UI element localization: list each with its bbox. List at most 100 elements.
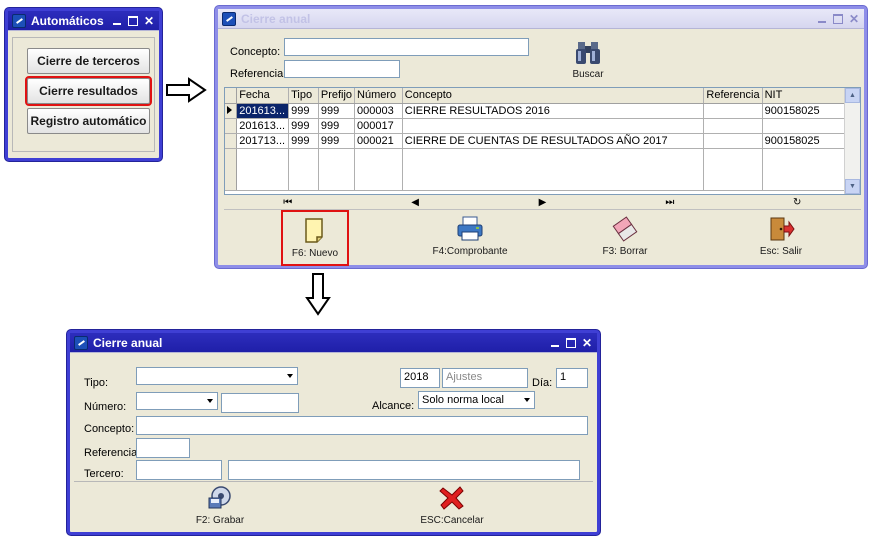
table-row[interactable]: 201613... 999 999 000003 CIERRE RESULTAD… xyxy=(225,103,860,119)
tercero-label: Tercero: xyxy=(84,468,124,480)
alcance-label: Alcance: xyxy=(372,400,415,412)
cell-referencia[interactable] xyxy=(703,133,763,149)
minimize-icon[interactable] xyxy=(111,15,123,27)
tipo-select[interactable] xyxy=(136,367,298,385)
automaticos-titlebar: Automáticos ✕ xyxy=(8,11,159,31)
automaticos-panel: Cierre de terceros Cierre resultados Reg… xyxy=(12,37,155,152)
maximize-icon[interactable] xyxy=(832,13,844,25)
prev-record-icon[interactable]: ◀ xyxy=(405,197,425,208)
close-icon[interactable]: ✕ xyxy=(848,13,860,25)
first-record-icon[interactable]: ⏮ xyxy=(278,197,298,208)
cell-numero[interactable]: 000021 xyxy=(354,133,403,149)
year-input[interactable]: 2018 xyxy=(400,368,440,388)
cierre-anual-new-window: Cierre anual ✕ Tipo: 2018 Ajustes Día: 1… xyxy=(67,330,600,535)
close-icon[interactable]: ✕ xyxy=(143,15,155,27)
cell-prefijo[interactable]: 999 xyxy=(318,118,356,134)
referencia-filter-input[interactable] xyxy=(284,60,400,78)
next-record-icon[interactable]: ▶ xyxy=(532,197,552,208)
numero-select[interactable] xyxy=(136,392,218,410)
record-navigation-bar: ⏮ ◀ ▶ ⏭ ↻ xyxy=(224,196,861,210)
maximize-icon[interactable] xyxy=(127,15,139,27)
exit-door-icon xyxy=(770,217,795,241)
grabar-button[interactable]: F2: Grabar xyxy=(190,484,250,526)
cell-fecha[interactable]: 201613... xyxy=(236,118,290,134)
cell-prefijo[interactable]: 999 xyxy=(318,133,356,149)
printer-icon xyxy=(457,216,483,241)
row-indicator-header xyxy=(225,88,238,104)
cell-concepto[interactable] xyxy=(402,118,705,134)
window-title: Automáticos xyxy=(31,13,104,28)
maximize-icon[interactable] xyxy=(565,337,577,349)
referencia-input[interactable] xyxy=(136,438,190,458)
table-row[interactable]: 201613... 999 999 000017 xyxy=(225,118,860,134)
column-header-concepto[interactable]: Concepto xyxy=(402,88,705,104)
cell-fecha[interactable]: 201613... xyxy=(236,103,290,119)
nuevo-button[interactable]: F6: Nuevo xyxy=(281,210,349,266)
scroll-down-icon[interactable]: ▼ xyxy=(845,179,860,194)
column-header-prefijo[interactable]: Prefijo xyxy=(318,88,356,104)
comprobante-label: F4:Comprobante xyxy=(432,246,508,257)
salir-button[interactable]: Esc: Salir xyxy=(748,215,814,257)
last-record-icon[interactable]: ⏭ xyxy=(660,197,680,208)
salir-label: Esc: Salir xyxy=(759,246,803,257)
comprobante-button[interactable]: F4:Comprobante xyxy=(430,215,510,257)
column-header-numero[interactable]: Número xyxy=(354,88,403,104)
column-header-referencia[interactable]: Referencia xyxy=(703,88,763,104)
cierre-terceros-button[interactable]: Cierre de terceros xyxy=(27,48,150,74)
tercero-code-input[interactable] xyxy=(136,460,222,480)
cell-concepto[interactable]: CIERRE DE CUENTAS DE RESULTADOS AÑO 2017 xyxy=(402,133,705,149)
cierres-table: Fecha Tipo Prefijo Número Concepto Refer… xyxy=(225,88,860,191)
numero-input[interactable] xyxy=(221,393,299,413)
scroll-up-icon[interactable]: ▲ xyxy=(845,88,860,103)
registro-automatico-button[interactable]: Registro automático xyxy=(27,108,150,134)
current-row-indicator xyxy=(225,103,238,119)
cierre-resultados-button[interactable]: Cierre resultados xyxy=(25,76,152,106)
minimize-icon[interactable] xyxy=(549,337,561,349)
close-icon[interactable]: ✕ xyxy=(581,337,593,349)
concepto-label: Concepto: xyxy=(230,46,281,58)
concepto-input[interactable] xyxy=(136,416,588,435)
column-header-tipo[interactable]: Tipo xyxy=(288,88,319,104)
borrar-button[interactable]: F3: Borrar xyxy=(590,215,660,257)
cierre-list-titlebar: Cierre anual ✕ xyxy=(218,9,864,29)
cancelar-button[interactable]: ESC:Cancelar xyxy=(414,484,490,526)
dia-input[interactable]: 1 xyxy=(556,368,588,388)
nuevo-label: F6: Nuevo xyxy=(291,248,339,259)
concepto-filter-input[interactable] xyxy=(284,38,529,56)
cell-referencia[interactable] xyxy=(703,118,763,134)
divider xyxy=(74,481,593,482)
cell-referencia[interactable] xyxy=(703,103,763,119)
cierre-anual-list-window: Cierre anual ✕ Concepto: Referencia: Bus… xyxy=(215,6,867,268)
cell-concepto[interactable]: CIERRE RESULTADOS 2016 xyxy=(402,103,705,119)
alcance-select[interactable]: Solo norma local xyxy=(418,391,535,409)
grid-vertical-scrollbar[interactable]: ▲ ▼ xyxy=(844,88,860,194)
cell-numero[interactable]: 000017 xyxy=(354,118,403,134)
window-title: Cierre anual xyxy=(93,335,163,350)
cell-tipo[interactable]: 999 xyxy=(288,103,319,119)
borrar-label: F3: Borrar xyxy=(602,246,648,257)
cell-tipo[interactable]: 999 xyxy=(288,133,319,149)
cell-numero[interactable]: 000003 xyxy=(354,103,403,119)
column-header-fecha[interactable]: Fecha xyxy=(236,88,290,104)
cell-prefijo[interactable]: 999 xyxy=(318,103,356,119)
row-indicator xyxy=(225,133,238,149)
buscar-button[interactable]: Buscar xyxy=(563,39,613,80)
refresh-icon[interactable]: ↻ xyxy=(787,197,807,208)
grabar-label: F2: Grabar xyxy=(195,515,245,526)
tercero-name-input[interactable] xyxy=(228,460,580,480)
ajustes-input[interactable]: Ajustes xyxy=(442,368,528,388)
arrow-right-icon xyxy=(166,77,207,103)
cancel-x-icon xyxy=(439,486,464,510)
cell-fecha[interactable]: 201713... xyxy=(236,133,290,149)
table-row-empty xyxy=(225,148,860,191)
app-icon xyxy=(12,13,26,28)
cierres-grid[interactable]: Fecha Tipo Prefijo Número Concepto Refer… xyxy=(224,87,861,195)
table-row[interactable]: 201713... 999 999 000021 CIERRE DE CUENT… xyxy=(225,133,860,149)
numero-label: Número: xyxy=(84,401,127,413)
row-indicator xyxy=(225,118,238,134)
concepto-label: Concepto: xyxy=(84,423,135,435)
minimize-icon[interactable] xyxy=(816,13,828,25)
grid-header-row: Fecha Tipo Prefijo Número Concepto Refer… xyxy=(225,88,860,104)
tipo-label: Tipo: xyxy=(84,377,109,389)
cell-tipo[interactable]: 999 xyxy=(288,118,319,134)
